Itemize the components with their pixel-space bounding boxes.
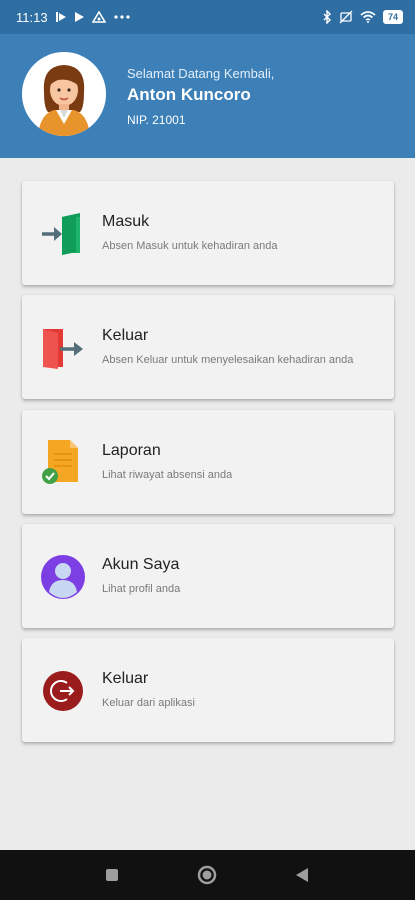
menu-card-logout[interactable]: Keluar Keluar dari aplikasi [22, 638, 394, 742]
menu-title: Masuk [102, 213, 150, 230]
door-exit-icon [40, 325, 86, 371]
menu-title: Laporan [102, 442, 161, 459]
avatar [22, 52, 106, 136]
user-name: Anton Kuncoro [127, 85, 251, 104]
menu-description: Lihat profil anda [102, 583, 181, 595]
menu-title: Keluar [102, 327, 149, 344]
status-time: 11:13 [16, 9, 48, 25]
door-enter-icon [40, 211, 86, 257]
profile-header: Selamat Datang Kembali, Anton Kuncoro NI… [0, 34, 415, 158]
logout-icon [40, 668, 86, 714]
app-triangle-icon [91, 11, 106, 23]
mute-icon [339, 10, 353, 24]
back-button[interactable] [295, 867, 309, 888]
play-icon [74, 12, 84, 22]
menu-description: Absen Masuk untuk kehadiran anda [102, 240, 278, 252]
home-button[interactable] [197, 865, 217, 890]
wifi-icon [360, 11, 376, 23]
recent-apps-button[interactable] [105, 868, 119, 887]
user-nip: NIP. 21001 [127, 113, 186, 127]
status-bar: 11:13 74 [0, 0, 415, 34]
menu-description: Lihat riwayat absensi anda [102, 469, 233, 481]
menu-description: Absen Keluar untuk menyelesaikan kehadir… [102, 354, 354, 366]
menu-description: Keluar dari aplikasi [102, 697, 195, 709]
report-icon [40, 440, 86, 486]
more-notifications-icon [113, 15, 130, 19]
greeting-text: Selamat Datang Kembali, [127, 66, 275, 81]
menu-card-laporan[interactable]: Laporan Lihat riwayat absensi anda [22, 410, 394, 514]
menu-card-akun-saya[interactable]: Akun Saya Lihat profil anda [22, 524, 394, 628]
menu-title: Keluar [102, 670, 149, 687]
menu-card-masuk[interactable]: Masuk Absen Masuk untuk kehadiran anda [22, 181, 394, 285]
menu-card-keluar-absen[interactable]: Keluar Absen Keluar untuk menyelesaikan … [22, 295, 394, 399]
system-nav-bar [0, 850, 415, 900]
battery-indicator: 74 [382, 10, 403, 24]
menu-title: Akun Saya [102, 556, 180, 573]
user-icon [40, 554, 86, 600]
bluetooth-icon [323, 10, 332, 24]
play-icon [55, 12, 66, 22]
